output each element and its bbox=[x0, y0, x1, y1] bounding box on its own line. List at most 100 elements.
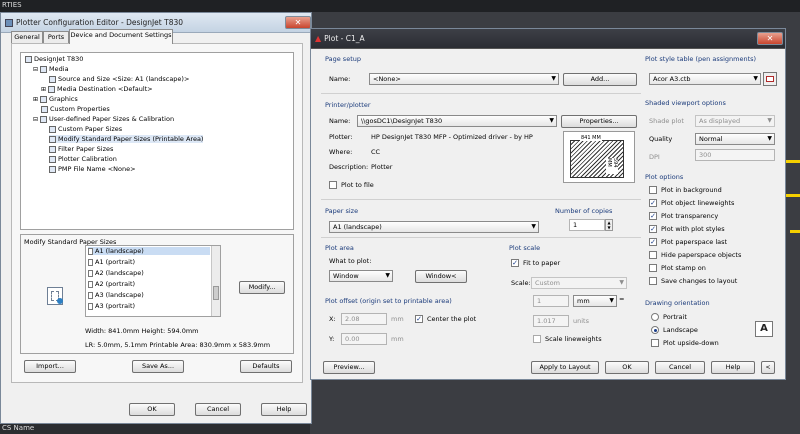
add-button[interactable]: Add... bbox=[563, 73, 637, 86]
close-icon[interactable]: ✕ bbox=[757, 32, 783, 45]
help-button[interactable]: Help bbox=[711, 361, 755, 374]
tree-item-filter-paper-sizes[interactable]: Filter Paper Sizes bbox=[49, 145, 113, 153]
drawing-line bbox=[790, 230, 800, 233]
plotter-value: HP DesignJet T830 MFP - Optimized driver… bbox=[371, 133, 533, 141]
offset-x-unit: mm bbox=[391, 315, 404, 323]
plot-transparency-checkbox[interactable]: ✓ bbox=[649, 212, 657, 220]
plot-style-select[interactable]: Acor A3.ctb ▼ bbox=[649, 73, 761, 85]
plotter-config-editor-window: Plotter Configuration Editor - DesignJet… bbox=[0, 12, 312, 424]
list-item[interactable]: A1 (landscape) bbox=[88, 247, 210, 255]
defaults-button[interactable]: Defaults bbox=[240, 360, 292, 373]
tree-item-custom-properties[interactable]: Custom Properties bbox=[41, 105, 110, 113]
page-icon bbox=[49, 125, 56, 133]
plot-to-file-checkbox[interactable] bbox=[329, 181, 337, 189]
plot-styles-checkbox[interactable]: ✓ bbox=[649, 225, 657, 233]
tab-device-document-settings[interactable]: Device and Document Settings bbox=[69, 29, 173, 44]
tree-item-pmp-file[interactable]: PMP File Name <None> bbox=[49, 165, 136, 173]
help-button[interactable]: Help bbox=[261, 403, 307, 416]
save-changes-checkbox[interactable] bbox=[649, 277, 657, 285]
paper-size-group: Paper size bbox=[325, 207, 359, 215]
modify-paper-group: Modify Standard Paper Sizes A1 (landscap… bbox=[20, 234, 294, 354]
list-scrollbar[interactable] bbox=[211, 246, 220, 316]
apply-to-layout-button[interactable]: Apply to Layout bbox=[531, 361, 599, 374]
tree-item-plotter-calibration[interactable]: Plotter Calibration bbox=[49, 155, 117, 163]
fit-to-paper-checkbox[interactable]: ✓ bbox=[511, 259, 519, 267]
list-item[interactable]: A3 (portrait) bbox=[88, 302, 135, 310]
page-setup-select[interactable]: <None> ▼ bbox=[369, 73, 559, 85]
plot-background-checkbox[interactable] bbox=[649, 186, 657, 194]
modify-button[interactable]: Modify... bbox=[239, 281, 285, 294]
scale-select[interactable]: Custom ▼ bbox=[531, 277, 627, 289]
pce-tab-panel: DesignJet T830 ⊟ Media Source and Size <S… bbox=[11, 43, 303, 383]
offset-x-input[interactable]: 2.08 bbox=[341, 313, 387, 325]
scale-numerator-input[interactable]: 1 bbox=[533, 295, 569, 307]
tree-item-source-size[interactable]: Source and Size <Size: A1 (landscape)> bbox=[49, 75, 189, 83]
tree-item-custom-paper-sizes[interactable]: Custom Paper Sizes bbox=[49, 125, 122, 133]
page-icon bbox=[88, 258, 93, 266]
what-to-plot-select[interactable]: Window ▼ bbox=[329, 270, 393, 282]
copies-spinner[interactable]: ▲ ▼ bbox=[605, 219, 613, 231]
option-label: Plot paperspace last bbox=[661, 238, 728, 246]
printer-select[interactable]: \\gosDC1\DesignJet T830 ▼ bbox=[357, 115, 557, 127]
list-item[interactable]: A2 (landscape) bbox=[88, 269, 144, 277]
copies-input[interactable]: 1 bbox=[569, 219, 605, 231]
ok-button[interactable]: OK bbox=[605, 361, 649, 374]
cancel-button[interactable]: Cancel bbox=[195, 403, 241, 416]
scale-label: Scale: bbox=[511, 279, 531, 287]
page-setup-name-label: Name: bbox=[329, 75, 351, 83]
scale-denominator-input[interactable]: 1.017 bbox=[533, 315, 569, 327]
shade-plot-label: Shade plot bbox=[649, 117, 684, 125]
scale-lineweights-checkbox[interactable] bbox=[533, 335, 541, 343]
tree-item-designjet[interactable]: DesignJet T830 bbox=[25, 55, 83, 63]
plot-area-group: Plot area bbox=[325, 244, 354, 252]
edit-plot-style-icon[interactable] bbox=[763, 72, 777, 86]
shade-plot-select[interactable]: As displayed ▼ bbox=[695, 115, 775, 127]
upside-down-checkbox[interactable] bbox=[651, 339, 659, 347]
description-label: Description: bbox=[329, 163, 369, 171]
list-item[interactable]: A2 (portrait) bbox=[88, 280, 135, 288]
tab-general[interactable]: General bbox=[11, 31, 43, 43]
cancel-button[interactable]: Cancel bbox=[655, 361, 705, 374]
chevron-down-icon: ▼ bbox=[385, 272, 390, 279]
window-button[interactable]: Window< bbox=[415, 270, 467, 283]
hide-paperspace-checkbox[interactable] bbox=[649, 251, 657, 259]
scale-lineweights-label: Scale lineweights bbox=[545, 335, 602, 343]
what-to-plot-label: What to plot: bbox=[329, 257, 372, 265]
offset-y-unit: mm bbox=[391, 335, 404, 343]
paper-size-select[interactable]: A1 (landscape) ▼ bbox=[329, 221, 539, 233]
offset-y-input[interactable]: 0.00 bbox=[341, 333, 387, 345]
import-button[interactable]: Import... bbox=[24, 360, 76, 373]
tree-item-user-defined-paper[interactable]: ⊟ User-defined Paper Sizes & Calibration bbox=[33, 115, 174, 123]
quality-select[interactable]: Normal ▼ bbox=[695, 133, 775, 145]
tree-item-media-destination[interactable]: ⊞ Media Destination <Default> bbox=[41, 85, 153, 93]
paperspace-last-checkbox[interactable]: ✓ bbox=[649, 238, 657, 246]
printer-icon bbox=[5, 18, 13, 27]
preview-button[interactable]: Preview... bbox=[323, 361, 375, 374]
save-as-button[interactable]: Save As... bbox=[132, 360, 184, 373]
chevron-down-icon: ▼ bbox=[549, 117, 554, 124]
plot-lineweights-checkbox[interactable]: ✓ bbox=[649, 199, 657, 207]
scale-unit-select[interactable]: mm ▼ bbox=[573, 295, 617, 307]
paper-size-list[interactable]: A1 (landscape) A1 (portrait) A2 (landsca… bbox=[85, 245, 221, 317]
tree-item-media[interactable]: ⊟ Media bbox=[33, 65, 69, 73]
plot-options-group: Plot options bbox=[645, 173, 684, 181]
background-cs-name-label: CS Name bbox=[2, 424, 35, 432]
list-item[interactable]: A3 (landscape) bbox=[88, 291, 144, 299]
tree-item-modify-standard-paper[interactable]: Modify Standard Paper Sizes (Printable A… bbox=[49, 135, 204, 143]
landscape-radio[interactable] bbox=[651, 326, 659, 334]
tab-ports[interactable]: Ports bbox=[43, 31, 69, 43]
properties-button[interactable]: Properties... bbox=[561, 115, 637, 128]
chevron-down-icon: ▼ bbox=[753, 75, 758, 82]
portrait-radio[interactable] bbox=[651, 313, 659, 321]
divider bbox=[321, 199, 641, 200]
collapse-icon[interactable]: < bbox=[761, 361, 775, 374]
center-plot-checkbox[interactable]: ✓ bbox=[415, 315, 423, 323]
chevron-down-icon: ▼ bbox=[551, 75, 556, 82]
plot-stamp-checkbox[interactable] bbox=[649, 264, 657, 272]
tree-item-graphics[interactable]: ⊞ Graphics bbox=[33, 95, 78, 103]
dpi-input[interactable]: 300 bbox=[695, 149, 775, 161]
ok-button[interactable]: OK bbox=[129, 403, 175, 416]
list-item[interactable]: A1 (portrait) bbox=[88, 258, 135, 266]
fit-to-paper-label: Fit to paper bbox=[523, 259, 561, 267]
close-icon[interactable]: ✕ bbox=[285, 16, 311, 29]
